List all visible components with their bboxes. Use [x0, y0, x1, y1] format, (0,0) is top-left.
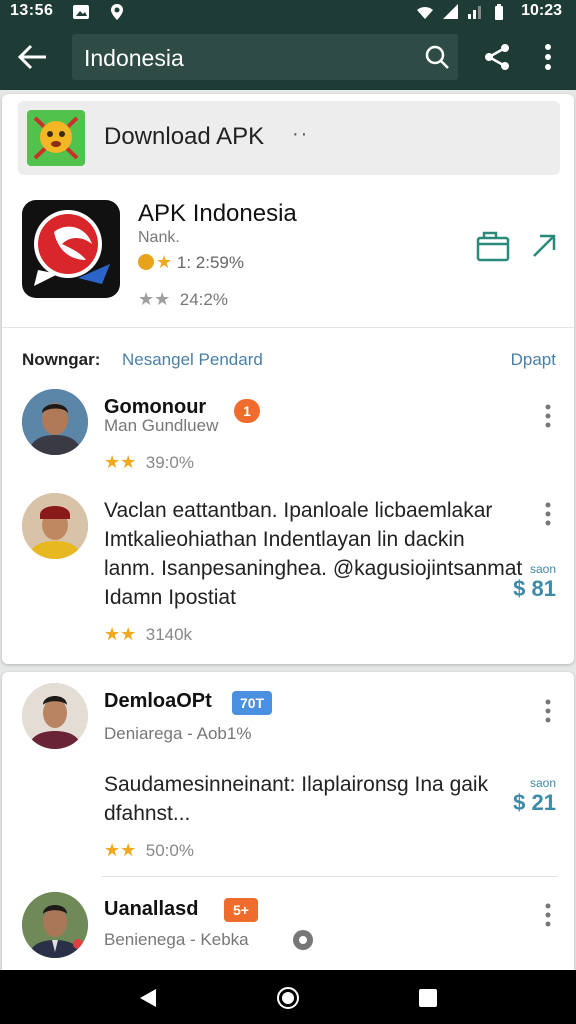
app-downloads-row: ★★ 24:2% — [138, 289, 228, 310]
reviewer-subtitle: Deniarega - Aob1% — [104, 724, 252, 743]
badge-icon — [138, 254, 154, 270]
avatar[interactable] — [22, 892, 88, 958]
review-text-line: Vaclan eattantban. Ipanloale licbaemlaka… — [104, 499, 493, 522]
status-bar: 13:56 10:23 — [0, 0, 576, 24]
wifi-icon — [417, 6, 433, 19]
price-value: $ 21 — [513, 790, 556, 815]
star-icon: ★★ — [104, 452, 137, 472]
star-icon: ★★ — [104, 624, 137, 644]
download-apk-label: Download APK — [104, 123, 265, 150]
download-apk-dots: ·· — [292, 123, 310, 145]
search-input[interactable]: Indonesia — [84, 45, 184, 72]
image-icon — [73, 5, 89, 19]
search-field[interactable]: Indonesia — [72, 34, 458, 80]
avatar[interactable] — [22, 389, 88, 455]
avatar[interactable] — [22, 493, 88, 559]
review-rating: ★★ 39:0% — [104, 452, 194, 473]
avatar[interactable] — [22, 683, 88, 749]
review-count-badge: 1 — [234, 399, 260, 423]
verified-icon — [293, 930, 313, 950]
send-icon[interactable] — [530, 232, 558, 260]
app-downloads-value: 24:2% — [179, 290, 228, 309]
reviews-header-link[interactable]: Nesangel Pendard — [122, 350, 263, 370]
review-price: saon $ 21 — [500, 776, 556, 816]
review-text-line: lanm. Isanpesaninghea. @kagusiojintsanma… — [104, 557, 523, 580]
system-nav-bar — [0, 970, 576, 1024]
review-text: Saudamesinneinant: Ilaplaironsg Ina gaik… — [104, 770, 524, 828]
review-rating-value: 39:0% — [145, 453, 194, 472]
more-vert-icon[interactable] — [536, 40, 560, 74]
app-developer[interactable]: Nank. — [138, 229, 180, 247]
search-icon[interactable] — [424, 44, 450, 70]
back-arrow-icon[interactable] — [16, 42, 50, 72]
emoji-icon — [27, 110, 85, 166]
review-price: saon $ 81 — [500, 562, 556, 602]
share-icon[interactable] — [482, 42, 512, 72]
price-value: $ 81 — [513, 576, 556, 601]
signal-icon — [443, 4, 458, 19]
app-icon[interactable] — [22, 200, 120, 298]
app-rating-row: ★ 1: 2:59% — [138, 252, 244, 273]
review-divider — [102, 876, 558, 877]
price-label: saon — [529, 562, 556, 576]
review-text-line: Saudamesinneinant: Ilaplaironsg Ina gaik — [104, 773, 489, 796]
download-apk-banner[interactable]: Download APK ·· — [18, 101, 560, 175]
review-badge: 70T — [232, 691, 272, 715]
reviewer-subtitle: Benienega - Kebka — [104, 930, 249, 949]
more-vert-icon[interactable] — [544, 698, 552, 724]
reviewer-name: DemloaOPt — [104, 690, 212, 712]
top-app-bar: Indonesia — [0, 24, 576, 90]
location-icon — [111, 4, 123, 20]
review-rating-value: 3140k — [145, 625, 193, 644]
review-badge: 5+ — [224, 898, 258, 922]
status-time-right: 10:23 — [521, 2, 562, 19]
status-time-left: 13:56 — [10, 2, 54, 19]
nav-home-icon[interactable] — [276, 986, 300, 1010]
reviewer-name: Uanallasd — [104, 898, 199, 920]
review-text-line: Imtkalieohiathan Indentlayan lin dackin — [104, 528, 465, 551]
review-text: Vaclan eattantban. Ipanloale licbaemlaka… — [104, 496, 524, 612]
open-app-icon[interactable] — [476, 230, 510, 262]
reviewer-subtitle: Man Gundluew — [104, 416, 219, 435]
more-vert-icon[interactable] — [544, 501, 552, 527]
app-title: APK Indonesia — [138, 200, 297, 227]
nav-back-icon[interactable] — [136, 986, 160, 1010]
reviews-header-label: Nowngar: — [22, 350, 101, 369]
review-rating-value: 50:0% — [145, 841, 194, 860]
review-text-line: dfahnst... — [104, 802, 191, 825]
more-vert-icon[interactable] — [544, 902, 552, 928]
signal-bars-icon — [468, 6, 481, 19]
more-vert-icon[interactable] — [544, 403, 552, 429]
section-divider — [2, 327, 574, 328]
review-text-line: Idamn Ipostiat — [104, 586, 236, 609]
app-rating-value: 1: 2:59% — [176, 253, 244, 272]
price-label: saon — [529, 776, 556, 790]
star-icon: ★ — [156, 252, 173, 272]
star-icon: ★★ — [104, 840, 137, 860]
review-rating: ★★ 3140k — [104, 624, 192, 645]
review-rating: ★★ 50:0% — [104, 840, 194, 861]
reviews-header-right-link[interactable]: Dpapt — [511, 350, 556, 370]
battery-icon — [495, 4, 503, 20]
star-icon: ★★ — [138, 289, 171, 309]
nav-recents-icon[interactable] — [416, 986, 440, 1010]
